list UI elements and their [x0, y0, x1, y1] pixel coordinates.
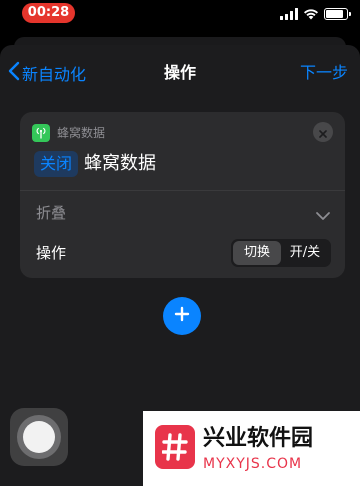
wifi-icon — [303, 5, 319, 24]
app-name: 蜂窝数据 — [57, 126, 106, 140]
operation-segmented-control: 切换 开/关 — [231, 239, 331, 267]
collapse-row[interactable]: 折叠 — [20, 191, 345, 235]
watermark-banner: 兴业软件园 MYXYJS.COM — [143, 411, 360, 486]
segment-toggle[interactable]: 切换 — [233, 241, 281, 265]
status-icons — [280, 5, 351, 24]
operation-row: 操作 切换 开/关 — [20, 235, 345, 275]
cellular-app-icon — [32, 124, 50, 142]
watermark-title: 兴业软件园 — [203, 426, 314, 451]
action-card: 蜂窝数据 关闭 蜂窝数据 折叠 操作 切换 开/关 — [20, 112, 345, 278]
operation-label: 操作 — [36, 244, 67, 262]
action-parameter-token[interactable]: 关闭 — [34, 151, 79, 177]
segment-on-off[interactable]: 开/关 — [281, 241, 329, 265]
action-summary: 关闭 蜂窝数据 — [34, 149, 156, 179]
status-time[interactable]: 00:28 — [22, 3, 75, 23]
battery-icon — [324, 8, 351, 20]
close-icon — [319, 123, 327, 142]
assistive-touch-ring — [17, 415, 61, 459]
assistive-touch-dot — [23, 421, 55, 453]
chevron-down-icon — [315, 206, 331, 225]
battery-level — [326, 10, 343, 18]
navigation-bar: 新自动化 操作 下一步 — [0, 45, 360, 101]
status-bar: 00:28 — [0, 0, 360, 30]
remove-action-button[interactable] — [313, 122, 333, 142]
plus-icon — [174, 306, 190, 326]
add-action-button[interactable] — [163, 297, 201, 335]
cellular-signal-icon — [280, 5, 298, 24]
next-button[interactable]: 下一步 — [300, 61, 348, 85]
hash-logo-icon — [155, 425, 195, 469]
assistive-touch-button[interactable] — [10, 408, 68, 466]
watermark-domain: MYXYJS.COM — [203, 456, 303, 472]
action-target: 蜂窝数据 — [84, 153, 157, 174]
collapse-label: 折叠 — [36, 204, 67, 222]
